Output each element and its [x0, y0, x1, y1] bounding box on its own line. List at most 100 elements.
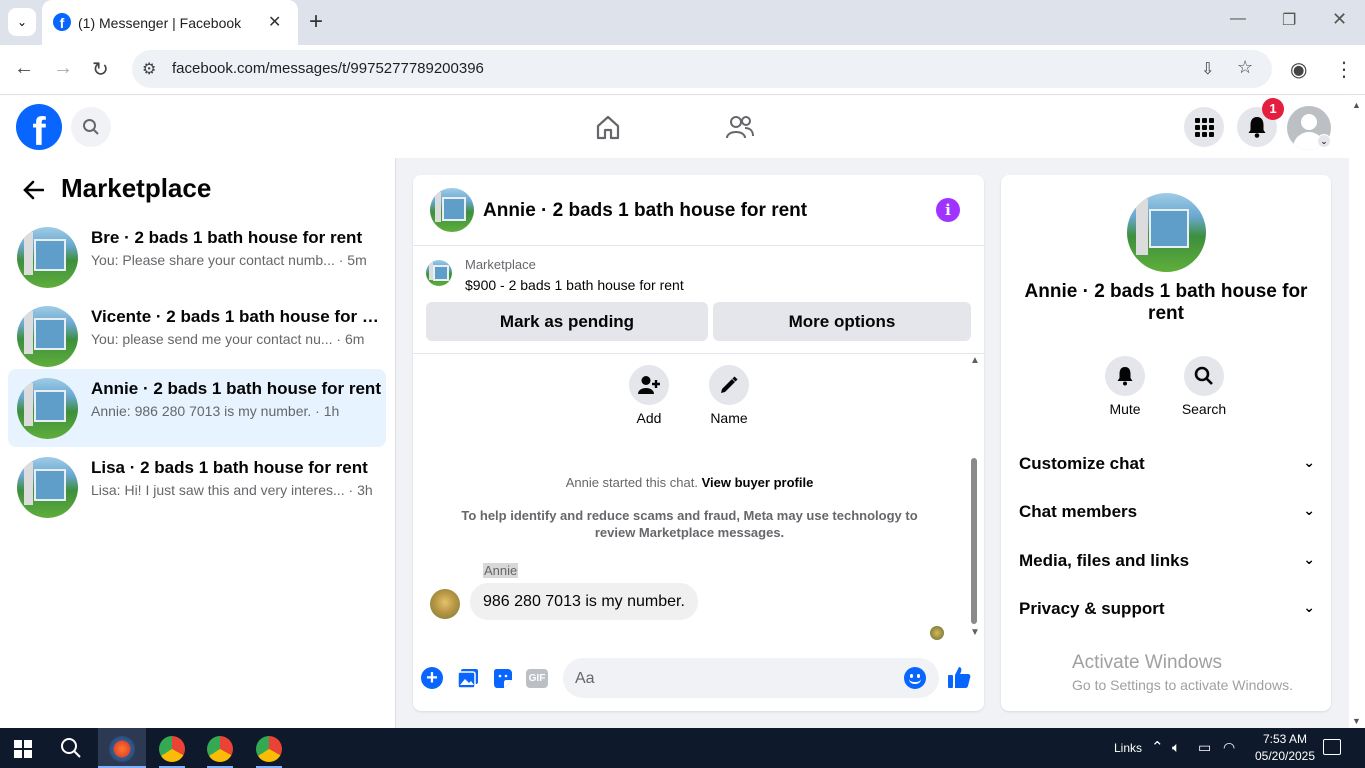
facebook-favicon-icon: f: [53, 13, 71, 31]
search-icon[interactable]: [1184, 356, 1224, 396]
privacy-support-section[interactable]: Privacy & support ⌄: [1019, 599, 1315, 619]
conversation-preview: Annie: 986 280 7013 is my number. · 1h: [91, 403, 340, 419]
conversation-name: Bre · 2 bads 1 bath house for rent: [91, 228, 363, 247]
conversation-preview: Lisa: Hi! I just saw this and very inter…: [91, 482, 373, 498]
more-options-button[interactable]: More options: [713, 302, 971, 341]
links-toolbar[interactable]: Links: [1114, 741, 1142, 755]
listing-thumbnail: [17, 227, 78, 288]
scam-notice: To help identify and reduce scams and fr…: [461, 508, 918, 540]
emoji-icon[interactable]: [904, 667, 926, 689]
new-tab-button[interactable]: +: [309, 8, 323, 36]
chat-avatar[interactable]: [430, 188, 474, 232]
conversation-item[interactable]: Lisa · 2 bads 1 bath house for rent Lisa…: [8, 448, 386, 526]
reload-icon[interactable]: ↻: [92, 57, 109, 82]
search-icon[interactable]: [71, 107, 111, 147]
sticker-icon[interactable]: [492, 668, 513, 694]
chrome-icon[interactable]: [256, 736, 282, 762]
chat-window: Annie · 2 bads 1 bath house for rent i M…: [413, 175, 984, 711]
mute-bell-icon[interactable]: [1105, 356, 1145, 396]
battery-icon[interactable]: ▭: [1198, 739, 1211, 756]
tab-search-dropdown-icon[interactable]: ⌄: [8, 8, 36, 36]
snipping-tool-icon: [109, 736, 135, 762]
site-info-icon[interactable]: ⚙: [142, 59, 156, 79]
bookmark-star-icon[interactable]: ☆: [1237, 57, 1253, 78]
conversation-item-active[interactable]: Annie · 2 bads 1 bath house for rent Ann…: [8, 369, 386, 447]
section-label: Customize chat: [1019, 454, 1145, 473]
chrome-icon[interactable]: [207, 736, 233, 762]
windows-taskbar: Links ⌃ 🔈︎ ▭ ◠ 7:53 AM 05/20/2025: [0, 728, 1365, 768]
info-title: Annie · 2 bads 1 bath house for rent: [1024, 281, 1308, 324]
edit-name-pencil-icon[interactable]: [709, 365, 749, 405]
conversation-name: Lisa · 2 bads 1 bath house for rent: [91, 458, 368, 477]
browser-toolbar: ← → ↻ ⚙ facebook.com/messages/t/99752777…: [0, 45, 1365, 95]
chat-scrollbar[interactable]: ▲ ▼: [968, 355, 982, 642]
conversation-name: Annie · 2 bads 1 bath house for rent: [91, 379, 381, 398]
back-arrow-icon[interactable]: [22, 174, 45, 207]
listing-thumbnail: [17, 378, 78, 439]
add-label: Add: [636, 410, 662, 426]
activate-windows-subtitle: Go to Settings to activate Windows.: [1072, 677, 1293, 693]
tray-chevron-up-icon[interactable]: ⌃: [1151, 738, 1164, 756]
taskbar-app-active[interactable]: [98, 728, 146, 768]
more-actions-plus-icon[interactable]: +: [421, 667, 443, 689]
thumbs-up-like-icon[interactable]: [947, 665, 971, 694]
listing-thumbnail: [426, 260, 452, 286]
divider: [413, 353, 984, 354]
clock-time[interactable]: 7:53 AM: [1256, 732, 1314, 746]
conversation-list-panel: Marketplace Bre · 2 bads 1 bath house fo…: [0, 158, 396, 728]
info-icon[interactable]: i: [936, 198, 960, 222]
chat-title[interactable]: Annie · 2 bads 1 bath house for rent: [483, 200, 807, 222]
chrome-icon[interactable]: [159, 736, 185, 762]
wifi-icon[interactable]: ◠: [1223, 739, 1235, 756]
windows-start-icon[interactable]: [14, 740, 32, 763]
divider: [413, 245, 984, 246]
customize-chat-section[interactable]: Customize chat ⌄: [1019, 454, 1315, 474]
volume-icon[interactable]: 🔈︎: [1172, 739, 1180, 756]
taskbar-search-icon[interactable]: [60, 737, 82, 764]
message-input[interactable]: Aa: [563, 658, 939, 698]
conversation-name: Vicente · 2 bads 1 bath house for r...: [91, 307, 381, 326]
conversation-item[interactable]: Vicente · 2 bads 1 bath house for r... Y…: [8, 297, 386, 375]
mark-as-pending-button[interactable]: Mark as pending: [426, 302, 708, 341]
listing-avatar[interactable]: [1127, 193, 1206, 272]
restore-window-icon[interactable]: ❐: [1282, 10, 1296, 30]
listing-price[interactable]: $900 - 2 bads 1 bath house for rent: [465, 277, 684, 293]
conversation-preview: You: please send me your contact nu... ·…: [91, 331, 365, 347]
back-arrow-icon[interactable]: ←: [14, 57, 34, 80]
browser-menu-icon[interactable]: ⋮: [1334, 57, 1354, 82]
view-buyer-profile-link[interactable]: View buyer profile: [702, 475, 814, 490]
chat-members-section[interactable]: Chat members ⌄: [1019, 502, 1315, 522]
clock-date[interactable]: 05/20/2025: [1248, 749, 1322, 763]
photo-gallery-icon[interactable]: [457, 668, 479, 694]
menu-grid-icon[interactable]: [1184, 107, 1224, 147]
section-label: Chat members: [1019, 502, 1138, 521]
install-app-icon[interactable]: ⇩: [1201, 59, 1214, 79]
section-label: Media, files and links: [1019, 551, 1190, 570]
friends-icon[interactable]: [725, 112, 755, 147]
page-scrollbar[interactable]: ▲ ▼: [1349, 96, 1365, 728]
media-files-links-section[interactable]: Media, files and links ⌄: [1019, 551, 1315, 571]
message-bubble[interactable]: 986 280 7013 is my number.: [470, 583, 698, 620]
forward-arrow-icon[interactable]: →: [53, 57, 73, 80]
minimize-window-icon[interactable]: —: [1230, 10, 1246, 28]
sender-name: Annie: [483, 563, 519, 578]
add-person-icon[interactable]: [629, 365, 669, 405]
chevron-down-icon: ⌄: [1303, 502, 1315, 518]
conversation-item[interactable]: Bre · 2 bads 1 bath house for rent You: …: [8, 218, 386, 296]
browser-tab-messenger[interactable]: f (1) Messenger | Facebook ✕: [42, 0, 298, 45]
close-window-icon[interactable]: ✕: [1332, 9, 1347, 30]
mute-label: Mute: [1109, 401, 1141, 417]
activate-windows-title: Activate Windows: [1072, 652, 1222, 673]
chat-started-notice: Annie started this chat. View buyer prof…: [413, 475, 966, 490]
facebook-logo-icon[interactable]: f: [16, 104, 62, 154]
tab-close-icon[interactable]: ✕: [268, 12, 281, 32]
sender-avatar[interactable]: [430, 589, 460, 619]
account-chevron-icon[interactable]: ⌄: [1317, 134, 1331, 148]
gif-icon[interactable]: GIF: [526, 669, 548, 688]
address-bar[interactable]: ⚙ facebook.com/messages/t/99752777892003…: [132, 50, 1272, 88]
profile-icon[interactable]: ◉: [1290, 57, 1307, 82]
notifications-center-icon[interactable]: [1323, 739, 1341, 755]
conversation-preview: You: Please share your contact numb... ·…: [91, 252, 367, 268]
section-label: Privacy & support: [1019, 599, 1165, 618]
home-icon[interactable]: [594, 113, 622, 146]
